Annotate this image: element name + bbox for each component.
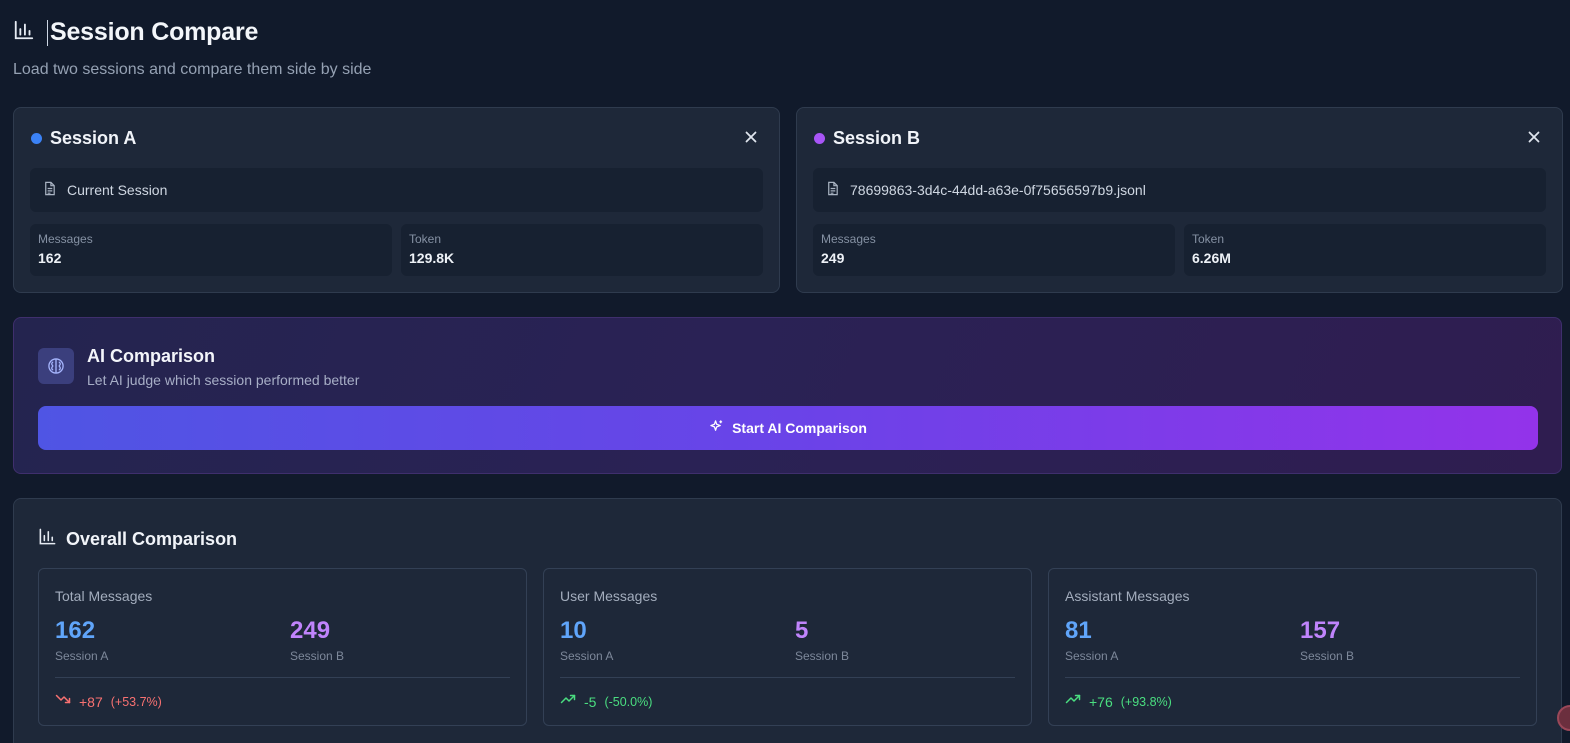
metric-session-b-label: Session B [290, 649, 345, 663]
session-a-title: Session A [50, 128, 137, 148]
ai-comparison-card: AI Comparison Let AI judge which session… [13, 317, 1562, 474]
session-a-token-stat: Token 129.8K [401, 224, 763, 276]
metric-session-b-value: 5 [795, 617, 809, 644]
file-icon [825, 181, 840, 199]
session-a-card: Session A Current Session Messages 162 T… [13, 107, 780, 293]
trending-down-icon [55, 691, 71, 712]
trending-up-icon [1065, 691, 1081, 712]
metric-session-a-label: Session A [1065, 649, 1119, 663]
page-header: Session Compare Load two sessions and co… [13, 18, 371, 79]
stat-value: 249 [821, 250, 845, 266]
close-icon[interactable] [1526, 129, 1542, 145]
divider [55, 677, 510, 678]
page-subtitle: Load two sessions and compare them side … [13, 61, 372, 78]
metric-delta: +76 (+93.8%) [1065, 691, 1172, 712]
close-icon[interactable] [743, 129, 759, 145]
brain-icon [38, 348, 74, 384]
session-b-messages-stat: Messages 249 [813, 224, 1175, 276]
metric-user-messages: User Messages 10 Session A 5 Session B -… [543, 568, 1032, 726]
metric-assistant-messages: Assistant Messages 81 Session A 157 Sess… [1048, 568, 1537, 726]
page-title: Session Compare [50, 18, 259, 46]
divider [1065, 677, 1520, 678]
metric-session-a-label: Session A [560, 649, 614, 663]
sparkles-icon [709, 419, 724, 437]
session-b-token-stat: Token 6.26M [1184, 224, 1546, 276]
session-b-file[interactable]: 78699863-3d4c-44dd-a63e-0f75656597b9.jso… [813, 168, 1546, 212]
metric-delta-value: -5 [584, 693, 597, 710]
file-icon [42, 181, 57, 199]
bar-chart-icon [38, 527, 57, 551]
metric-delta-percent: (+93.8%) [1120, 694, 1172, 709]
metric-delta-value: +76 [1089, 693, 1113, 710]
metric-session-a-value: 10 [560, 617, 587, 644]
trending-up-icon [560, 691, 576, 712]
start-ai-comparison-label: Start AI Comparison [732, 420, 867, 436]
metric-label: User Messages [560, 588, 658, 604]
stat-label: Messages [821, 232, 876, 246]
session-b-dot [814, 133, 825, 144]
session-a-file[interactable]: Current Session [30, 168, 763, 212]
session-a-dot [31, 133, 42, 144]
session-a-messages-stat: Messages 162 [30, 224, 392, 276]
stat-value: 129.8K [409, 250, 455, 266]
metric-session-b-value: 157 [1300, 617, 1341, 644]
metric-delta-percent: (+53.7%) [110, 694, 162, 709]
metric-session-a-value: 81 [1065, 617, 1092, 644]
start-ai-comparison-button[interactable]: Start AI Comparison [38, 406, 1538, 450]
stat-value: 162 [38, 250, 62, 266]
stat-label: Token [1192, 232, 1225, 246]
bar-chart-icon [13, 19, 35, 46]
metric-label: Total Messages [55, 588, 153, 604]
stat-label: Messages [38, 232, 93, 246]
stat-value: 6.26M [1192, 250, 1231, 266]
stat-label: Token [409, 232, 442, 246]
session-b-file-name: 78699863-3d4c-44dd-a63e-0f75656597b9.jso… [850, 182, 1146, 198]
divider [560, 677, 1015, 678]
metric-session-b-label: Session B [795, 649, 850, 663]
overall-comparison-card: Overall Comparison Total Messages 162 Se… [13, 498, 1562, 743]
session-a-file-name: Current Session [67, 182, 168, 198]
metric-session-a-value: 162 [55, 617, 96, 644]
session-b-title: Session B [833, 128, 921, 148]
overall-comparison-title: Overall Comparison [66, 528, 238, 549]
ai-comparison-title: AI Comparison [87, 346, 216, 366]
metric-session-b-value: 249 [290, 617, 331, 644]
session-b-card: Session B 78699863-3d4c-44dd-a63e-0f7565… [796, 107, 1563, 293]
metric-session-b-label: Session B [1300, 649, 1355, 663]
metric-total-messages: Total Messages 162 Session A 249 Session… [38, 568, 527, 726]
metric-label: Assistant Messages [1065, 588, 1190, 604]
metric-delta: +87 (+53.7%) [55, 691, 162, 712]
metric-delta-percent: (-50.0%) [604, 694, 653, 709]
text-cursor [47, 19, 48, 46]
metric-delta-value: +87 [79, 693, 103, 710]
metric-delta: -5 (-50.0%) [560, 691, 652, 712]
metric-session-a-label: Session A [55, 649, 109, 663]
ai-comparison-subtitle: Let AI judge which session performed bet… [87, 372, 360, 388]
